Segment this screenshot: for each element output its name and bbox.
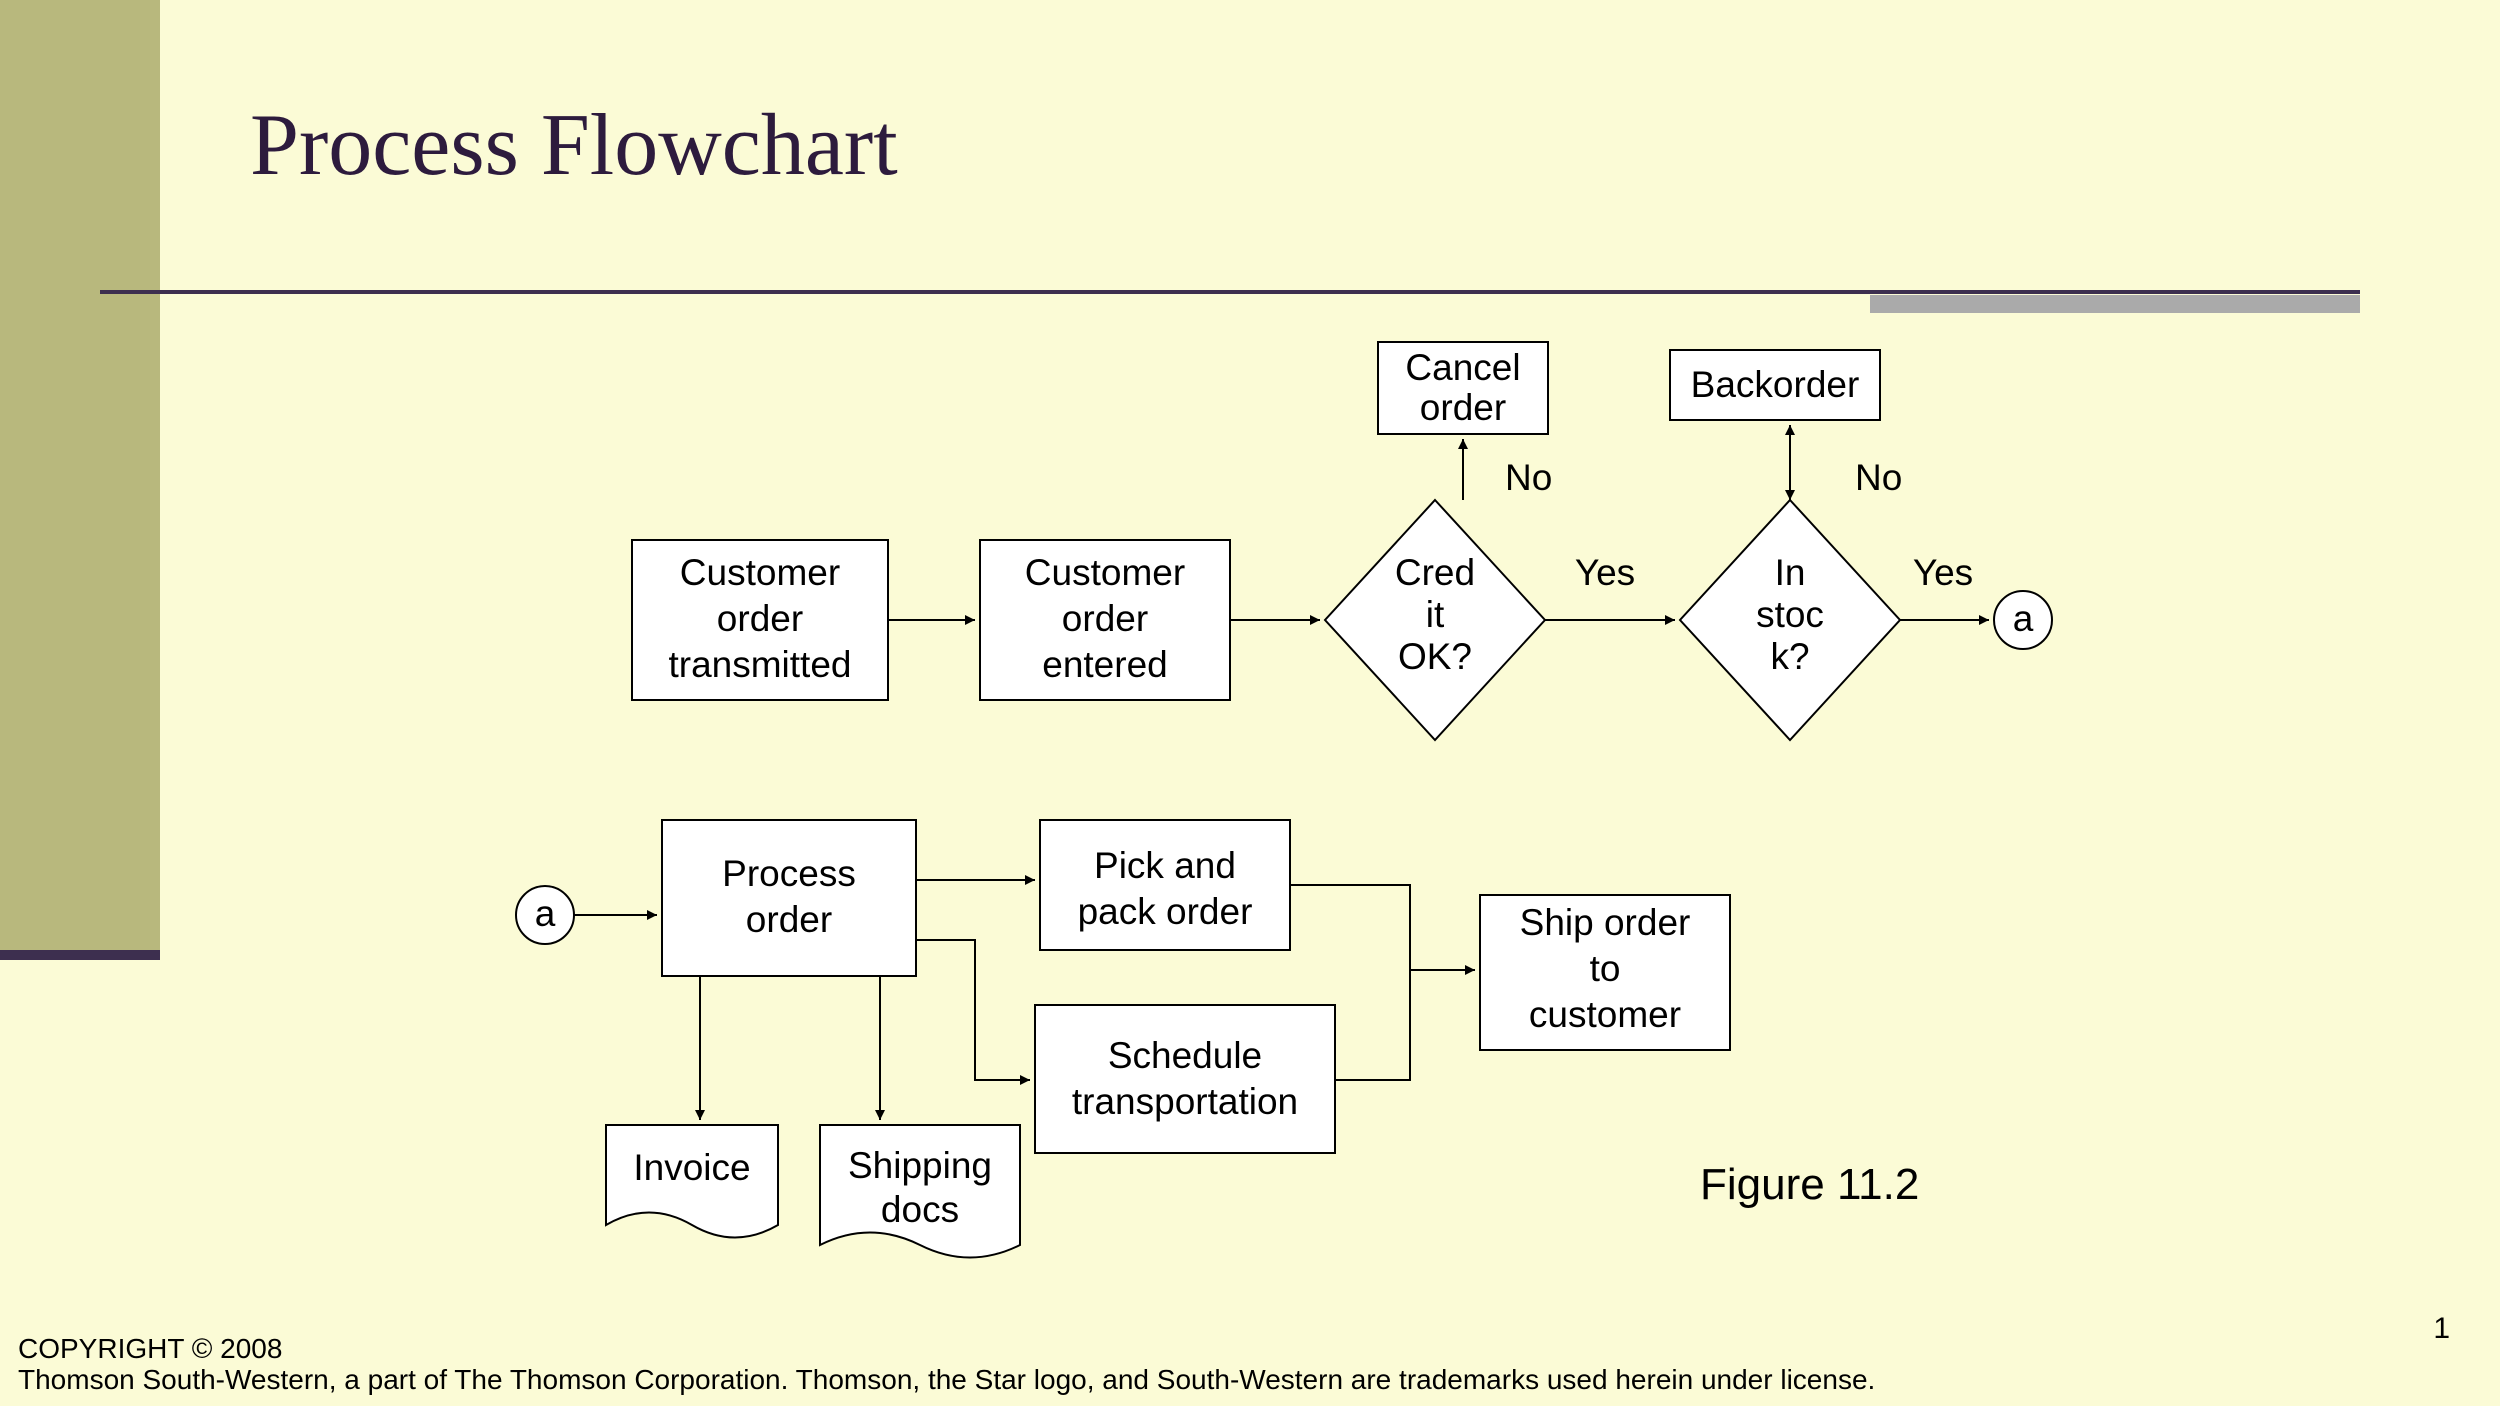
figure-label: Figure 11.2: [1700, 1160, 1919, 1210]
label-connector-a-bottom: a: [535, 893, 556, 934]
label-credit-no: No: [1505, 457, 1552, 498]
label-backorder: Backorder: [1691, 364, 1860, 405]
copyright-line2: Thomson South-Western, a part of The Tho…: [18, 1365, 1875, 1396]
copyright-text: COPYRIGHT © 2008 Thomson South-Western, …: [18, 1334, 1875, 1396]
copyright-line1: COPYRIGHT © 2008: [18, 1334, 1875, 1365]
label-cancel-order: Cancelorder: [1405, 347, 1520, 428]
label-stock-yes: Yes: [1913, 552, 1973, 593]
label-stock-no: No: [1855, 457, 1902, 498]
arrow-process-to-schedule: [916, 940, 1030, 1080]
label-invoice: Invoice: [633, 1147, 750, 1188]
flowchart-svg: Cancelorder Backorder Customerordertrans…: [0, 0, 2500, 1406]
label-credit-yes: Yes: [1575, 552, 1635, 593]
line-schedule-to-merge: [1335, 970, 1410, 1080]
line-pick-to-merge: [1290, 885, 1410, 970]
node-process-order: [662, 820, 916, 976]
node-schedule-trans: [1035, 1005, 1335, 1153]
page-number: 1: [2433, 1312, 2450, 1346]
label-connector-a-top: a: [2013, 598, 2034, 639]
